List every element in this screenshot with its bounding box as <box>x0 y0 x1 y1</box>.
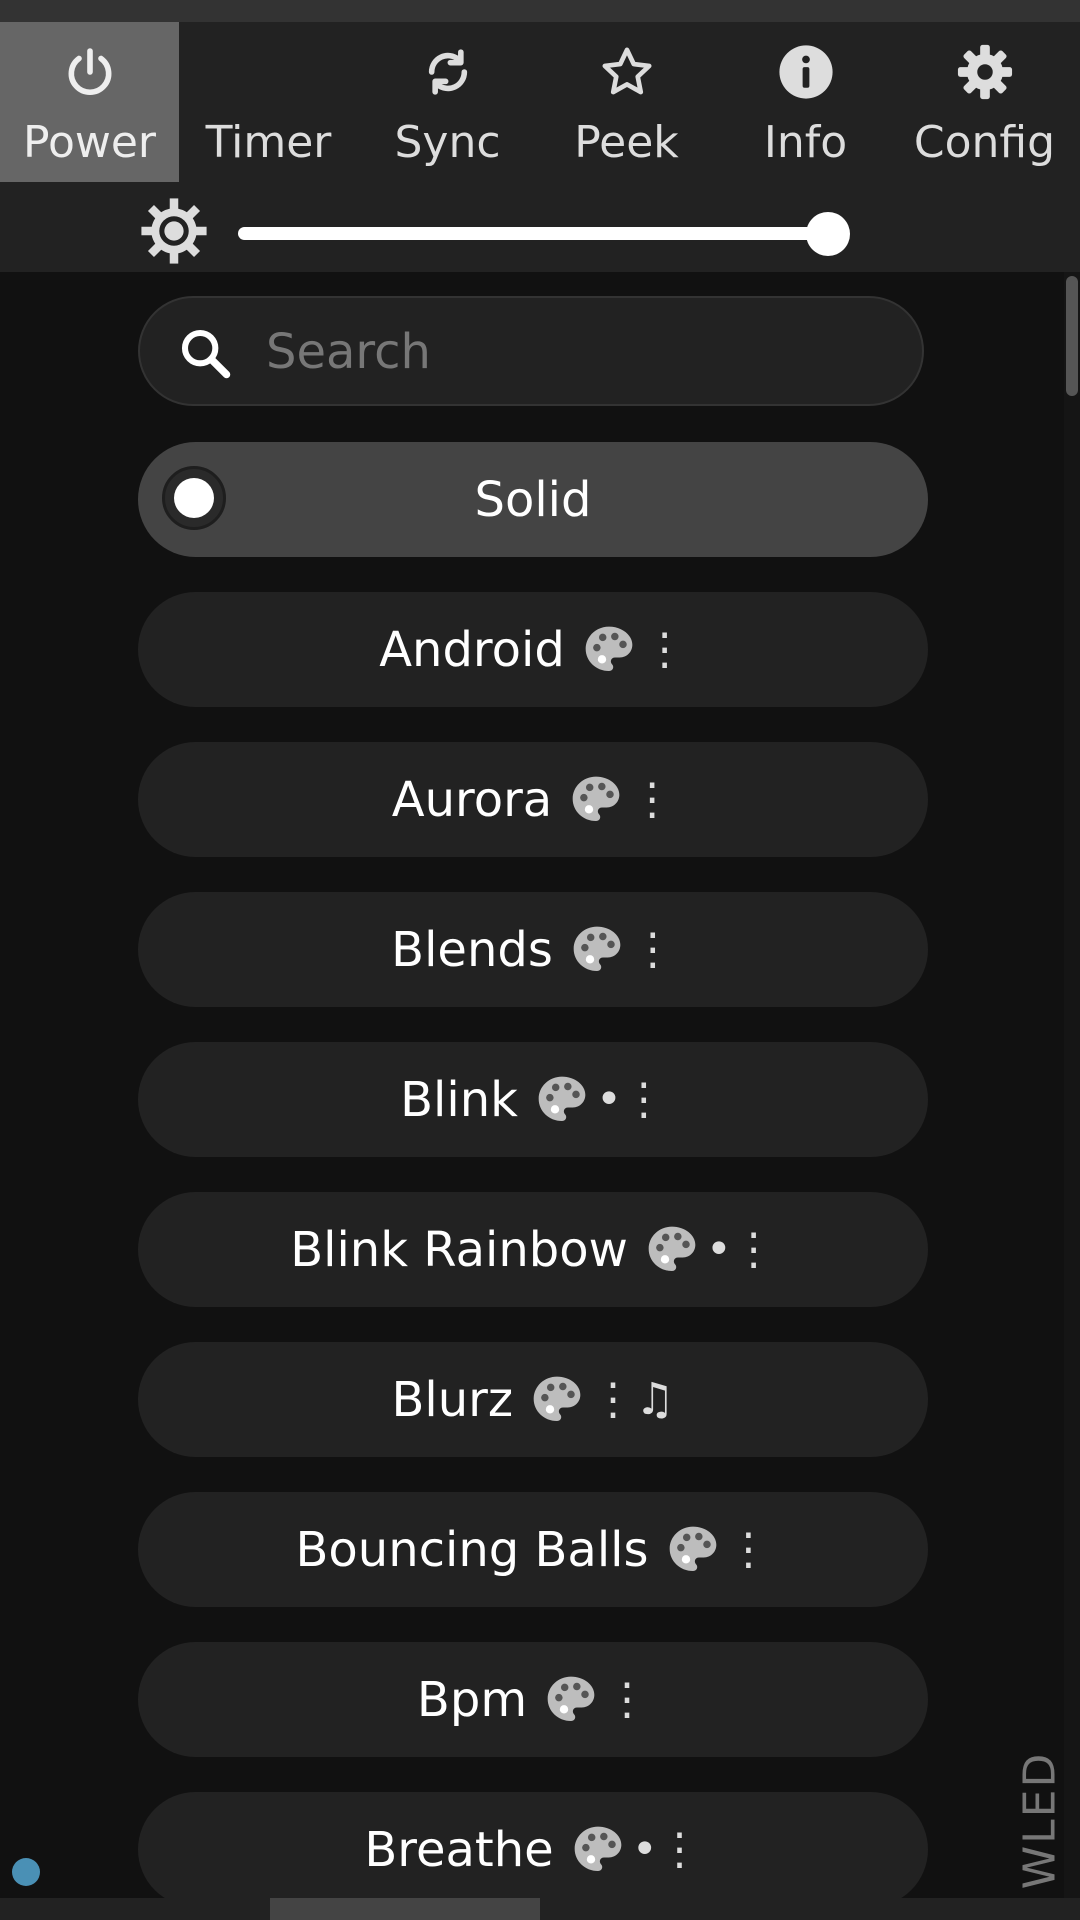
tab-label: Power <box>22 117 157 168</box>
info-icon <box>776 42 836 102</box>
horizontal-scrollbar[interactable] <box>0 1898 1080 1920</box>
effect-name: Bpm <box>416 1671 528 1728</box>
selected-radio[interactable] <box>162 466 226 530</box>
effect-name: Blink Rainbow <box>290 1221 628 1278</box>
effect-flag-glyphs: ⋮ <box>630 774 675 825</box>
tab-label: Peek <box>574 117 679 168</box>
moon-icon <box>239 42 299 102</box>
tab-label: Timer <box>205 117 332 168</box>
effect-name: Bouncing Balls <box>295 1521 649 1578</box>
effect-item[interactable]: Blends ⋮ <box>138 892 928 1007</box>
tab-label: Info <box>763 117 848 168</box>
brightness-row <box>0 197 1080 267</box>
palette-icon <box>547 1676 595 1721</box>
top-panel: Power Timer Sync Peek Info Config <box>0 22 1080 272</box>
tab-timer[interactable]: Timer <box>179 22 358 182</box>
effect-flags: ⋮ <box>543 1672 649 1728</box>
window-top-bar <box>0 0 1080 22</box>
effect-flags: ⋮ <box>568 772 674 828</box>
effect-name: Blends <box>391 921 553 978</box>
effect-flags: •⋮ <box>644 1222 776 1278</box>
tab-peek[interactable]: Peek <box>537 22 716 182</box>
tab-label: Config <box>913 117 1056 168</box>
gear-icon <box>955 42 1015 102</box>
effect-flags: •⋮ <box>534 1072 666 1128</box>
effect-name: Android <box>379 621 565 678</box>
power-icon <box>60 42 120 102</box>
effect-flags: ⋮ <box>581 622 687 678</box>
effect-flag-glyphs: ⋮ <box>642 624 687 675</box>
effect-item[interactable]: Blurz ⋮♫ <box>138 1342 928 1457</box>
effect-name: Aurora <box>391 771 553 828</box>
palette-icon <box>573 926 621 971</box>
effect-name: Blurz <box>391 1371 514 1428</box>
brightness-slider[interactable] <box>238 227 828 240</box>
effect-flags: ⋮ <box>665 1522 771 1578</box>
palette-icon <box>533 1376 581 1421</box>
connection-status-dot <box>12 1858 40 1886</box>
palette-icon <box>585 626 633 671</box>
sync-icon <box>418 42 478 102</box>
search-input[interactable] <box>264 316 888 388</box>
tab-config[interactable]: Config <box>895 22 1074 182</box>
brand-text: WLED <box>1014 1751 1066 1889</box>
effect-flag-glyphs: •⋮ <box>705 1224 776 1275</box>
palette-icon <box>538 1076 586 1121</box>
palette-icon <box>574 1826 622 1871</box>
effect-flags: ⋮♫ <box>529 1372 675 1428</box>
effect-flags: •⋮ <box>570 1822 702 1878</box>
effect-item[interactable]: Android ⋮ <box>138 592 928 707</box>
horizontal-scrollbar-thumb[interactable] <box>270 1898 540 1920</box>
search-box[interactable] <box>138 296 924 406</box>
effect-item[interactable]: Bouncing Balls ⋮ <box>138 1492 928 1607</box>
effect-flag-glyphs: ⋮♫ <box>591 1374 675 1425</box>
effect-flag-glyphs: ⋮ <box>726 1524 771 1575</box>
sun-icon <box>140 197 208 265</box>
palette-icon <box>572 776 620 821</box>
palette-icon <box>648 1226 696 1271</box>
effect-name: Blink <box>400 1071 518 1128</box>
tab-info[interactable]: Info <box>716 22 895 182</box>
effect-item[interactable]: Breathe •⋮ <box>138 1792 928 1907</box>
effect-item[interactable]: Bpm ⋮ <box>138 1642 928 1757</box>
vertical-scrollbar[interactable] <box>1064 272 1080 1900</box>
tab-power[interactable]: Power <box>0 22 179 182</box>
effect-item[interactable]: Blink •⋮ <box>138 1042 928 1157</box>
effect-name: Breathe <box>364 1821 554 1878</box>
effect-name: Solid <box>474 471 592 528</box>
effect-flag-glyphs: ⋮ <box>630 924 675 975</box>
search-icon <box>178 326 234 382</box>
radio-dot <box>174 478 214 518</box>
effect-flag-glyphs: •⋮ <box>595 1074 666 1125</box>
brand-label: WLED <box>1010 1751 1070 1889</box>
effect-flag-glyphs: ⋮ <box>605 1674 650 1725</box>
effect-flag-glyphs: •⋮ <box>631 1824 702 1875</box>
effect-item[interactable]: Blink Rainbow •⋮ <box>138 1192 928 1307</box>
effect-list: SolidAndroid⋮Aurora⋮Blends⋮Blink•⋮Blink … <box>0 272 1080 1907</box>
star-icon <box>597 42 657 102</box>
vertical-scrollbar-thumb[interactable] <box>1066 276 1078 396</box>
brightness-slider-thumb[interactable] <box>806 212 850 256</box>
tab-bar: Power Timer Sync Peek Info Config <box>0 22 1080 182</box>
effect-flags: ⋮ <box>569 922 675 978</box>
effects-panel: SolidAndroid⋮Aurora⋮Blends⋮Blink•⋮Blink … <box>0 272 1080 1907</box>
tab-label: Sync <box>394 117 501 168</box>
effect-item[interactable]: Aurora ⋮ <box>138 742 928 857</box>
palette-icon <box>669 1526 716 1571</box>
effect-item[interactable]: Solid <box>138 442 928 557</box>
tab-sync[interactable]: Sync <box>358 22 537 182</box>
